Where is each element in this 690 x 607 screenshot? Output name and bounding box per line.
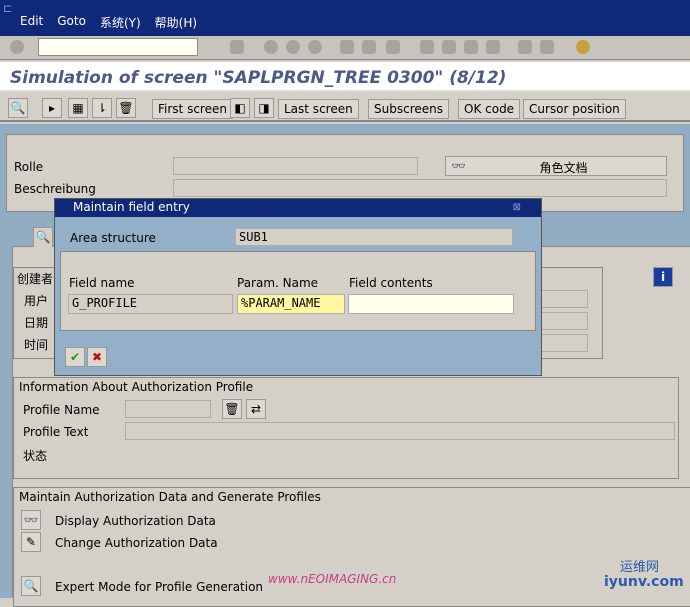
structure-icon[interactable]: ▦ bbox=[68, 98, 88, 118]
field-contents-input[interactable] bbox=[348, 294, 514, 314]
watermark-cn: 运维网 bbox=[620, 560, 660, 575]
first-page-icon[interactable] bbox=[420, 40, 434, 54]
field-contents-header: Field contents bbox=[349, 276, 433, 290]
back-icon[interactable] bbox=[264, 40, 278, 54]
new-session-icon[interactable] bbox=[518, 40, 532, 54]
info-icon[interactable]: i bbox=[653, 267, 673, 287]
maintain-field-dialog: Maintain field entry ⊠ Area structure SU… bbox=[54, 198, 542, 376]
cursor-position-button[interactable]: Cursor position bbox=[523, 99, 626, 119]
transfer-profile-icon[interactable]: ⇄ bbox=[246, 399, 266, 419]
display-auth-icon[interactable]: 👓 bbox=[21, 510, 41, 530]
expert-mode-link[interactable]: Expert Mode for Profile Generation bbox=[55, 580, 263, 594]
creator-title: 创建者 bbox=[17, 272, 54, 286]
menu-bar: Edit Goto 系统(Y) 帮助(H) bbox=[20, 14, 197, 31]
application-toolbar: 🔍 ▸ ▦ ⇂ 🗑 First screen ◧ ◨ Last screen S… bbox=[0, 96, 690, 122]
date-label: 日期 bbox=[24, 316, 49, 330]
glasses-icon: 👓 bbox=[451, 159, 466, 173]
status-label: 状态 bbox=[23, 449, 48, 463]
exit-icon[interactable] bbox=[286, 40, 300, 54]
find-icon[interactable] bbox=[362, 40, 376, 54]
last-page-icon[interactable] bbox=[486, 40, 500, 54]
profile-name-field[interactable] bbox=[125, 400, 211, 418]
ok-code-button[interactable]: OK code bbox=[458, 99, 521, 119]
watermark-domain: iyunv.com bbox=[604, 574, 684, 590]
cancel-icon[interactable] bbox=[308, 40, 322, 54]
confirm-icon[interactable]: ✔ bbox=[65, 347, 85, 367]
param-name-header: Param. Name bbox=[237, 276, 319, 290]
date-field[interactable] bbox=[538, 312, 588, 330]
field-name-field: G_PROFILE bbox=[68, 294, 233, 314]
save-icon[interactable] bbox=[230, 40, 244, 54]
user-label: 用户 bbox=[24, 294, 49, 308]
previous-screen-icon[interactable]: ◧ bbox=[230, 98, 250, 118]
cancel-icon[interactable]: ✖ bbox=[87, 347, 107, 367]
beschreibung-label: Beschreibung bbox=[14, 182, 96, 196]
change-auth-icon[interactable]: ✎ bbox=[21, 532, 41, 552]
window-icon: ⊏ bbox=[3, 2, 13, 15]
delete-icon[interactable]: 🗑 bbox=[116, 98, 136, 118]
area-structure-label: Area structure bbox=[70, 231, 156, 245]
menu-goto[interactable]: Goto bbox=[57, 14, 86, 31]
help-icon[interactable] bbox=[576, 40, 590, 54]
close-icon[interactable]: ⊠ bbox=[513, 202, 521, 213]
next-screen-icon[interactable]: ◨ bbox=[254, 98, 274, 118]
param-name-input[interactable]: %PARAM_NAME bbox=[237, 294, 345, 314]
rolle-label: Rolle bbox=[14, 160, 44, 174]
maintain-group: Maintain Authorization Data and Generate… bbox=[13, 487, 690, 607]
display-icon[interactable]: 🔍 bbox=[8, 98, 28, 118]
profile-text-label: Profile Text bbox=[23, 425, 89, 439]
user-field[interactable] bbox=[538, 290, 588, 308]
change-auth-link[interactable]: Change Authorization Data bbox=[55, 536, 218, 550]
dialog-title: Maintain field entry bbox=[55, 199, 541, 217]
field-name-header: Field name bbox=[69, 276, 135, 290]
auth-profile-title: Information About Authorization Profile bbox=[19, 380, 254, 394]
beschreibung-field[interactable] bbox=[173, 179, 667, 197]
field-entry-panel: Field name Param. Name Field contents G_… bbox=[60, 251, 536, 331]
next-page-icon[interactable] bbox=[464, 40, 478, 54]
screen-title: Simulation of screen "SAPLPRGN_TREE 0300… bbox=[0, 62, 690, 92]
command-field[interactable] bbox=[38, 38, 198, 56]
profile-name-label: Profile Name bbox=[23, 403, 100, 417]
auth-profile-group: Information About Authorization Profile … bbox=[13, 377, 679, 479]
menu-help[interactable]: 帮助(H) bbox=[155, 14, 197, 31]
shortcut-icon[interactable] bbox=[540, 40, 554, 54]
title-bar: ⊏ Edit Goto 系统(Y) 帮助(H) bbox=[0, 0, 690, 36]
maintain-title: Maintain Authorization Data and Generate… bbox=[19, 490, 321, 504]
expert-mode-icon[interactable]: 🔍 bbox=[21, 576, 41, 596]
first-screen-button[interactable]: First screen bbox=[152, 99, 233, 119]
print-icon[interactable] bbox=[340, 40, 354, 54]
rolle-field[interactable] bbox=[173, 157, 418, 175]
watermark-text: www.nEOIMAGING.cn bbox=[268, 572, 397, 586]
enter-icon[interactable] bbox=[10, 40, 24, 54]
find-next-icon[interactable] bbox=[386, 40, 400, 54]
last-screen-button[interactable]: Last screen bbox=[278, 99, 359, 119]
menu-edit[interactable]: Edit bbox=[20, 14, 43, 31]
role-doc-button[interactable]: 👓 角色文档 bbox=[445, 156, 667, 176]
time-field[interactable] bbox=[538, 334, 588, 352]
time-label: 时间 bbox=[24, 338, 49, 352]
tab-overview-icon[interactable]: 🔍 bbox=[33, 227, 53, 247]
display-auth-link[interactable]: Display Authorization Data bbox=[55, 514, 216, 528]
menu-system[interactable]: 系统(Y) bbox=[100, 14, 141, 31]
delete-profile-icon[interactable]: 🗑 bbox=[222, 399, 242, 419]
sort-icon[interactable]: ⇂ bbox=[92, 98, 112, 118]
profile-text-field[interactable] bbox=[125, 422, 675, 440]
step-icon[interactable]: ▸ bbox=[42, 98, 62, 118]
area-structure-field: SUB1 bbox=[235, 228, 513, 246]
prev-page-icon[interactable] bbox=[442, 40, 456, 54]
subscreens-button[interactable]: Subscreens bbox=[368, 99, 449, 119]
role-doc-label: 角色文档 bbox=[539, 161, 588, 175]
